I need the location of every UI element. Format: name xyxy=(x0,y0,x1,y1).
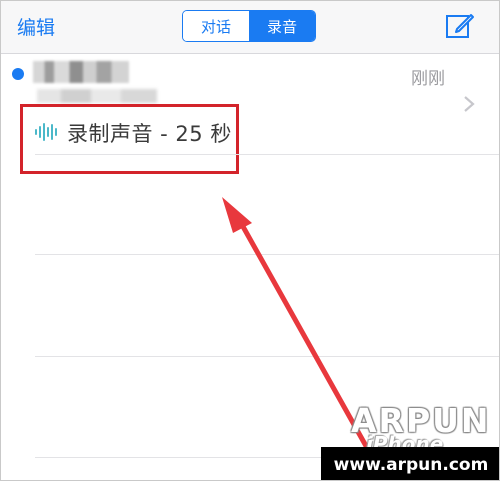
preview-blurred xyxy=(37,89,157,103)
list-separator xyxy=(35,356,499,357)
message-time: 刚刚 xyxy=(411,69,445,89)
edit-button[interactable]: 编辑 xyxy=(17,13,55,40)
chevron-right-icon[interactable] xyxy=(462,95,476,113)
watermark-url: www.arpun.com xyxy=(321,447,499,480)
navigation-bar: 编辑 对话 录音 xyxy=(1,1,499,54)
contact-name-blurred xyxy=(33,61,129,83)
unread-indicator xyxy=(12,68,24,80)
segment-conversation[interactable]: 对话 xyxy=(183,11,249,41)
messages-screen: 编辑 对话 录音 刚刚 录制声音 - 25 秒 ARPUN iPhone www… xyxy=(0,0,500,481)
segment-recording[interactable]: 录音 xyxy=(249,11,315,41)
segmented-control: 对话 录音 xyxy=(182,10,316,42)
highlight-annotation-box xyxy=(20,104,239,174)
list-separator xyxy=(35,254,499,255)
list-separator xyxy=(35,154,499,155)
compose-icon[interactable] xyxy=(445,11,475,41)
list-separator xyxy=(35,457,325,458)
